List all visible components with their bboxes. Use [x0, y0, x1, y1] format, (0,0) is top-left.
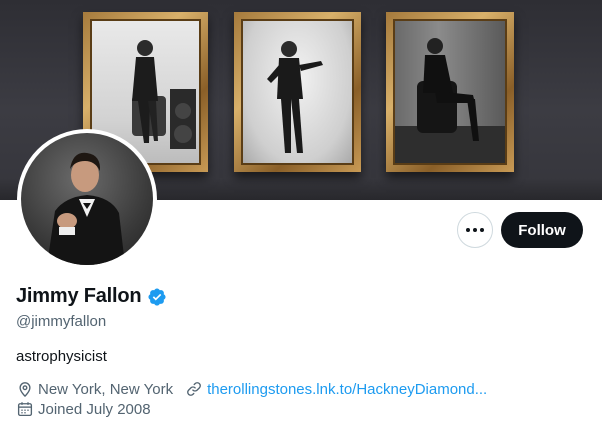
calendar-icon — [16, 400, 34, 418]
profile-location: New York, New York — [16, 380, 173, 398]
location-text: New York, New York — [38, 380, 174, 398]
display-name: Jimmy Fallon — [16, 285, 142, 307]
profile-handle: @jimmyfallon — [16, 313, 107, 330]
banner-frame-center — [234, 12, 361, 172]
banner-photo-right — [393, 19, 507, 165]
profile-bio: astrophysicist — [16, 348, 107, 365]
profile-name-row: Jimmy Fallon — [16, 285, 167, 308]
verified-badge-icon[interactable] — [147, 287, 167, 307]
banner-frame-right — [386, 12, 514, 172]
profile-joined-row: Joined July 2008 — [16, 400, 163, 418]
profile-meta-row: New York, New York therollingstones.lnk.… — [16, 380, 499, 398]
banner-photo-center — [241, 19, 354, 165]
joined-text: Joined July 2008 — [38, 400, 151, 418]
location-pin-icon — [16, 380, 34, 398]
more-horizontal-icon — [466, 228, 484, 232]
avatar-photo — [21, 133, 153, 265]
website-link[interactable]: therollingstones.lnk.to/HackneyDiamond..… — [207, 381, 487, 398]
profile-website[interactable]: therollingstones.lnk.to/HackneyDiamond..… — [185, 380, 487, 398]
link-icon — [185, 380, 203, 398]
profile-joined: Joined July 2008 — [16, 400, 151, 418]
follow-button[interactable]: Follow — [501, 212, 583, 248]
more-options-button[interactable] — [457, 212, 493, 248]
profile-avatar[interactable] — [17, 129, 157, 269]
